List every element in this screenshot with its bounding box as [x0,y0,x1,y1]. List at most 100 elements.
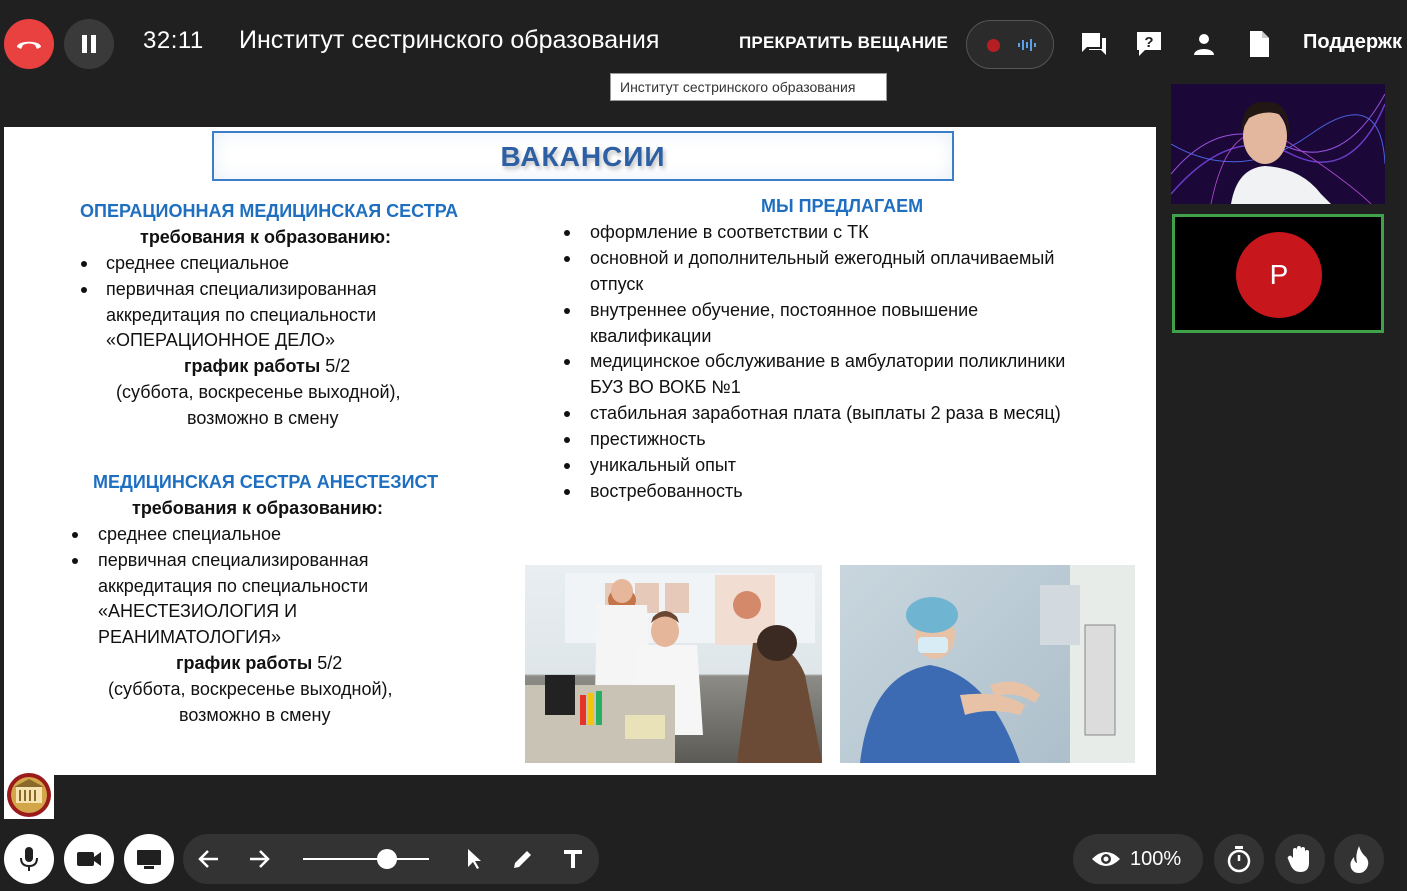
nurse-handwashing-photo [840,565,1135,763]
pause-button[interactable] [64,19,114,69]
recording-indicator[interactable] [966,20,1054,69]
bullet-marker [564,463,570,469]
job1-bullet-1: среднее специальное [106,253,290,273]
participant-tile[interactable]: Р [1172,214,1384,333]
fire-icon [1350,846,1369,873]
bullet-marker [81,287,87,293]
undo-arrow-icon[interactable] [197,848,221,870]
title-tooltip: Институт сестринского образования [610,73,887,101]
slide-title-box: ВАКАНСИИ [212,131,954,181]
bullet-marker [564,230,570,236]
support-link[interactable]: Поддержк [1303,31,1402,54]
redo-arrow-icon[interactable] [247,848,271,870]
screen-share-button[interactable] [124,834,174,884]
bullet-marker [72,558,78,564]
help-button[interactable]: ? [1131,26,1167,62]
offer-bullet-6: престижность [590,429,706,449]
camera-icon [77,852,101,866]
doctor-office-photo [525,565,822,763]
record-icon [987,39,1000,52]
offer-bullet-3-line1: внутреннее обучение, постоянное повышени… [590,300,979,320]
microphone-icon [20,847,38,871]
participants-button[interactable] [1186,26,1222,62]
job2-heading: МЕДИЦИНСКАЯ СЕСТРА АНЕСТЕЗИСТ [93,472,439,492]
job2-bullet-1: среднее специальное [98,524,282,544]
timer-icon [1227,846,1251,873]
offer-heading: МЫ ПРЕДЛАГАЕМ [761,196,924,216]
job1-schedule-note: (суббота, воскресенье выходной), [116,382,401,402]
room-title: Институт сестринского образования [239,26,660,54]
zoom-level: 100% [1130,848,1182,870]
schedule-value: 5/2 [325,356,351,376]
raise-hand-icon [1287,846,1309,872]
offer-bullet-2-line2: отпуск [590,274,644,294]
pointer-icon[interactable] [465,847,483,871]
offer-bullet-2-line1: основной и дополнительный ежегодный опла… [590,248,1055,268]
text-tool-icon[interactable] [562,847,584,871]
bullet-marker [564,411,570,417]
raise-hand-button[interactable] [1275,834,1325,884]
job1-heading: ОПЕРАЦИОННАЯ МЕДИЦИНСКАЯ СЕСТРА [80,201,459,221]
institute-logo [4,771,54,819]
bullet-marker [564,489,570,495]
job1-shift-note: возможно в смену [187,408,339,428]
timer-button[interactable] [1214,834,1264,884]
zoom-control[interactable]: 100% [1073,834,1203,884]
offer-bullet-4-line1: медицинское обслуживание в амбулатории п… [590,351,1066,371]
offer-bullet-7: уникальный опыт [590,455,737,475]
camera-button[interactable] [64,834,114,884]
participant-avatar: Р [1236,232,1322,318]
chat-button[interactable] [1076,26,1112,62]
document-icon [1250,31,1269,57]
job1-bullet-2-line1: первичная специализированная [106,279,377,299]
offer-bullet-1: оформление в соответствии с ТК [590,222,869,242]
microphone-button[interactable] [4,834,54,884]
svg-text:?: ? [1144,34,1153,51]
pause-icon [82,35,96,53]
job2-bullet-2-line4: РЕАНИМАТОЛОГИЯ» [98,627,282,647]
offer-bullet-5: стабильная заработная плата (выплаты 2 р… [590,403,1061,423]
offer-bullet-4-line2: БУЗ ВО ВОКБ №1 [590,377,741,397]
bullet-marker [564,437,570,443]
job2-shift-note: возможно в смену [179,705,331,725]
end-call-icon [17,41,41,49]
help-icon: ? [1137,32,1161,56]
end-call-button[interactable] [4,19,54,69]
job2-bullet-2-line1: первичная специализированная [98,550,369,570]
audio-levels-icon [1018,39,1036,51]
job1-schedule-label: график работы 5/2 [184,356,350,377]
slider-track [303,858,429,860]
job2-bullet-2-line2: аккредитация по специальности [98,576,369,596]
job1-requirements-label: требования к образованию: [140,227,391,247]
screen-share-icon [137,850,161,869]
presentation-slide: ВАКАНСИИ ОПЕРАЦИОННАЯ МЕДИЦИНСКАЯ СЕСТРА… [4,127,1156,775]
doctor-office-illustration [525,573,822,763]
slide-title: ВАКАНСИИ [500,141,666,172]
schedule-label-text: график работы [176,653,313,673]
bullet-marker [81,261,87,267]
reactions-button[interactable] [1334,834,1384,884]
bullet-marker [564,256,570,262]
nurse-handwashing-illustration [860,565,1135,763]
top-bar: 32:11 Институт сестринского образования … [0,0,1407,101]
offer-bullet-8: востребованность [590,481,743,501]
presenter-video[interactable] [1171,84,1385,204]
document-button[interactable] [1241,26,1277,62]
presenter-video-frame [1171,84,1385,204]
schedule-value: 5/2 [317,653,343,673]
slider-thumb[interactable] [377,849,397,869]
offer-bullet-3-line2: квалификации [590,326,712,346]
drawing-toolbar [183,834,599,884]
thickness-slider[interactable] [303,849,429,869]
job2-bullet-2-line3: «АНЕСТЕЗИОЛОГИЯ И [98,601,298,621]
bullet-marker [564,359,570,365]
job1-bullet-2-line3: «ОПЕРАЦИОННОЕ ДЕЛО» [106,330,336,350]
pen-icon[interactable] [511,847,535,871]
schedule-label-text: график работы [184,356,321,376]
job2-schedule-note: (суббота, воскресенье выходной), [108,679,393,699]
logo-emblem [7,773,51,817]
participants-icon [1194,34,1214,55]
stop-stream-button[interactable]: ПРЕКРАТИТЬ ВЕЩАНИЕ [739,33,948,53]
eye-icon [1092,852,1120,866]
chat-icon [1082,33,1106,55]
